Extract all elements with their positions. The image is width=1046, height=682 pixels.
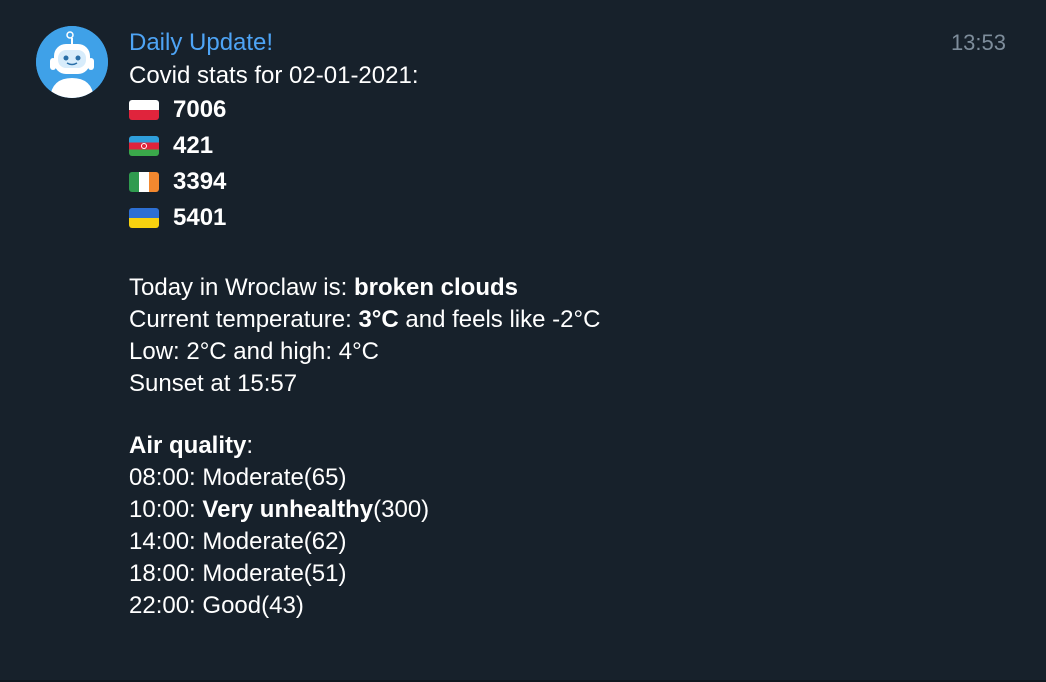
azerbaijan-flag-icon bbox=[129, 136, 159, 156]
aq-level: Good bbox=[202, 592, 262, 619]
weather-prefix: Today in Wroclaw is: bbox=[129, 274, 354, 301]
covid-stat-row: 7006 bbox=[129, 92, 1006, 128]
message-body: Daily Update! Covid stats for 02-01-2021… bbox=[129, 26, 1006, 622]
feels-like-text: and feels like -2°C bbox=[398, 306, 601, 333]
air-quality-colon: : bbox=[246, 432, 254, 459]
ukraine-flag-icon bbox=[129, 208, 159, 228]
air-quality-row: 18:00: Moderate(51) bbox=[129, 558, 1006, 590]
aq-level: Moderate bbox=[202, 464, 304, 491]
aq-index: (43) bbox=[261, 592, 304, 619]
air-quality-row: 08:00: Moderate(65) bbox=[129, 462, 1006, 494]
covid-stat-row: 421 bbox=[129, 128, 1006, 164]
chat-message: 13:53 Daily Update! Covid stats for 02-0… bbox=[0, 0, 1046, 682]
aq-index: (51) bbox=[303, 560, 347, 587]
ireland-flag-icon bbox=[129, 172, 159, 192]
aq-index: (300) bbox=[373, 496, 430, 523]
aq-time: 22:00: bbox=[129, 592, 203, 619]
aq-level: Moderate bbox=[202, 528, 304, 555]
covid-stat-value: 421 bbox=[173, 132, 214, 159]
covid-stat-value: 3394 bbox=[173, 168, 227, 195]
covid-stat-value: 7006 bbox=[173, 96, 227, 123]
weather-condition: broken clouds bbox=[353, 274, 518, 301]
robot-avatar-icon[interactable] bbox=[36, 26, 108, 98]
aq-time: 14:00: bbox=[129, 528, 203, 555]
aq-time: 18:00: bbox=[129, 560, 203, 587]
covid-stat-row: 5401 bbox=[129, 200, 1006, 236]
sunset-line: Sunset at 15:57 bbox=[129, 370, 298, 397]
temperature-value: 3°C bbox=[358, 306, 399, 333]
sender-name[interactable]: Daily Update! bbox=[129, 26, 1006, 60]
low-high-line: Low: 2°C and high: 4°C bbox=[129, 338, 380, 365]
aq-index: (65) bbox=[303, 464, 347, 491]
aq-level: Moderate bbox=[202, 560, 304, 587]
aq-time: 08:00: bbox=[129, 464, 203, 491]
air-quality-row: 10:00: Very unhealthy(300) bbox=[129, 494, 1006, 526]
temperature-line: Current temperature: 3°C and feels like … bbox=[129, 304, 1006, 336]
air-quality-row: 14:00: Moderate(62) bbox=[129, 526, 1006, 558]
air-quality-title-line: Air quality: bbox=[129, 430, 1006, 462]
poland-flag-icon bbox=[129, 100, 159, 120]
aq-index: (62) bbox=[303, 528, 347, 555]
weather-condition-line: Today in Wroclaw is: broken clouds bbox=[129, 272, 1006, 304]
covid-stat-row: 3394 bbox=[129, 164, 1006, 200]
air-quality-row: 22:00: Good(43) bbox=[129, 590, 1006, 622]
covid-stat-value: 5401 bbox=[173, 204, 227, 231]
covid-header: Covid stats for 02-01-2021: bbox=[129, 62, 419, 89]
temperature-prefix: Current temperature: bbox=[129, 306, 359, 333]
air-quality-title: Air quality bbox=[129, 432, 247, 459]
aq-level: Very unhealthy bbox=[202, 496, 374, 523]
aq-time: 10:00: bbox=[129, 496, 203, 523]
